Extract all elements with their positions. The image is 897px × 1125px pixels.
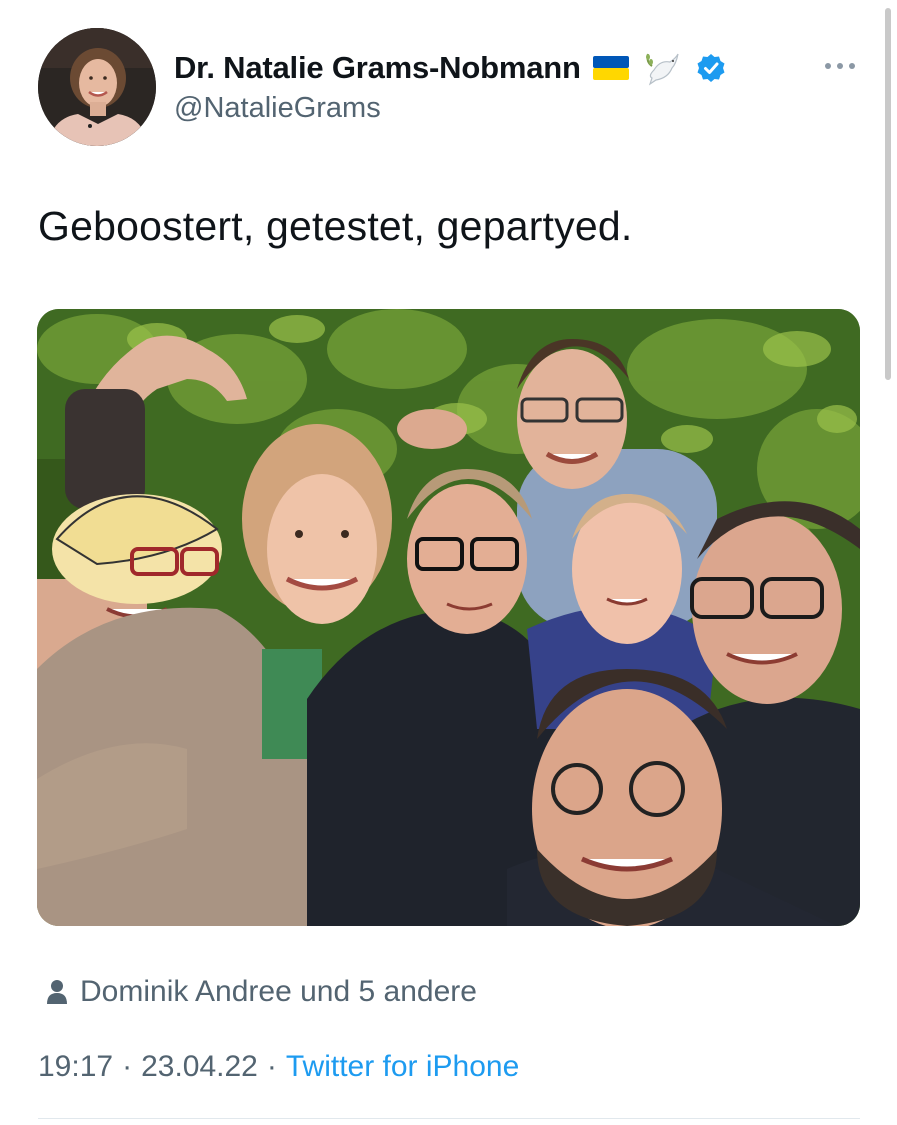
group-selfie-photo	[37, 309, 860, 926]
tweet-text: Geboostert, getestet, gepartyed.	[38, 203, 633, 249]
tweet-photo[interactable]	[37, 309, 860, 926]
scrollbar[interactable]	[885, 8, 891, 380]
person-icon	[47, 980, 67, 1004]
meta-separator: ·	[266, 1050, 277, 1083]
divider	[38, 1118, 860, 1119]
author-name-row[interactable]: Dr. Natalie Grams-Nobmann	[174, 48, 731, 88]
tweet-source-link[interactable]: Twitter for iPhone	[286, 1050, 519, 1084]
avatar[interactable]	[38, 28, 156, 146]
tweet-meta: 19:17 · 23.04.22 · Twitter for iPhone	[38, 1050, 519, 1084]
meta-separator: ·	[122, 1050, 133, 1083]
ukraine-flag-icon	[591, 53, 631, 83]
dove-icon	[641, 53, 681, 86]
more-options-button[interactable]	[818, 54, 862, 78]
tweet-date[interactable]: 23.04.22	[141, 1050, 258, 1084]
tweet-detail-page: Dr. Natalie Grams-Nobmann @NatalieGrams	[0, 0, 897, 1125]
verified-badge-icon	[691, 53, 731, 83]
author-display-name[interactable]: Dr. Natalie Grams-Nobmann	[174, 50, 581, 86]
tweet-time[interactable]: 19:17	[38, 1050, 113, 1084]
more-icon	[825, 63, 855, 69]
avatar-image	[38, 28, 156, 146]
likes-label[interactable]: Dominik Andree und 5 andere	[80, 975, 477, 1009]
likes-summary[interactable]: Dominik Andree und 5 andere	[46, 975, 477, 1009]
author-handle[interactable]: @NatalieGrams	[174, 92, 381, 125]
